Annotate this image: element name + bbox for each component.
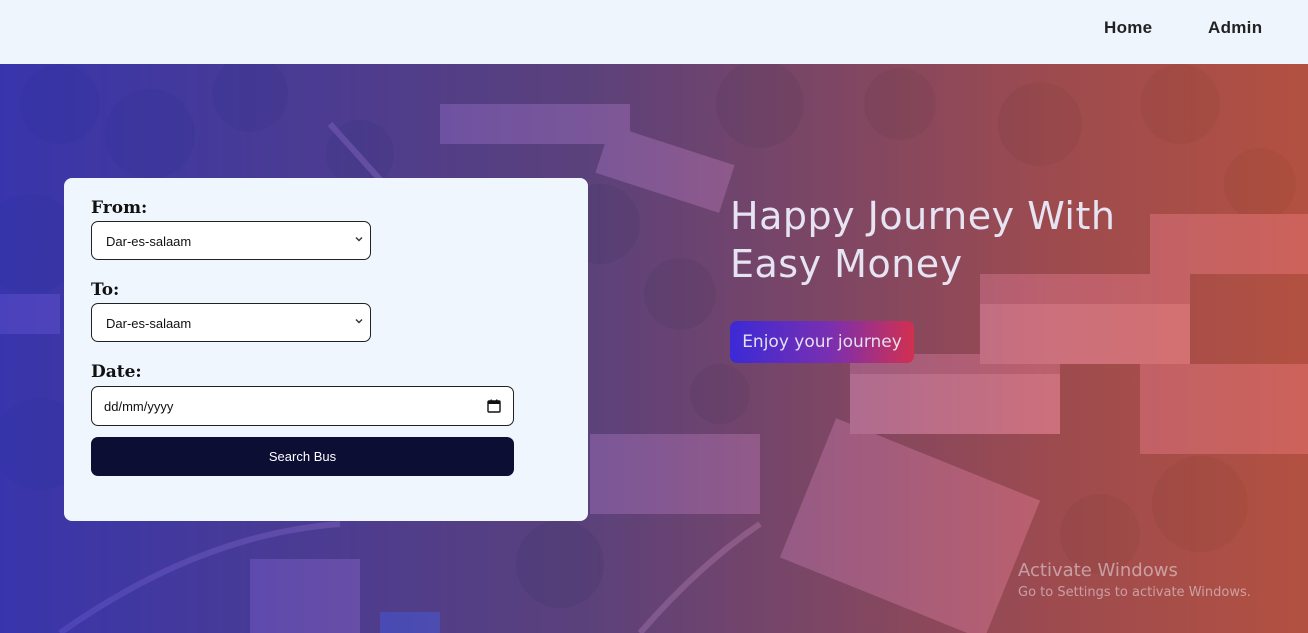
from-select-value: Dar-es-salaam: [106, 234, 192, 249]
chevron-down-icon: [355, 319, 363, 324]
date-placeholder: dd/mm/yyyy: [104, 399, 174, 414]
hero-headline: Happy Journey With Easy Money: [730, 192, 1200, 288]
nav-home-link[interactable]: Home: [1104, 18, 1152, 38]
activate-windows-title: Activate Windows: [1018, 560, 1178, 581]
date-input[interactable]: dd/mm/yyyy: [91, 386, 514, 426]
search-bus-button[interactable]: Search Bus: [91, 437, 514, 476]
calendar-icon[interactable]: [487, 399, 501, 413]
to-label: To:: [91, 280, 120, 300]
nav-admin-link[interactable]: Admin: [1208, 18, 1262, 38]
date-label: Date:: [91, 362, 142, 382]
activate-windows-subtitle: Go to Settings to activate Windows.: [1018, 585, 1251, 600]
search-form-card: From: Dar-es-salaam To: Dar-es-salaam Da…: [64, 178, 588, 521]
chevron-down-icon: [355, 237, 363, 242]
headline-line-1: Happy Journey With: [730, 194, 1116, 238]
to-select[interactable]: Dar-es-salaam: [91, 303, 371, 342]
from-label: From:: [91, 198, 148, 218]
enjoy-journey-button[interactable]: Enjoy your journey: [730, 321, 914, 363]
top-navbar: Home Admin: [0, 0, 1308, 64]
from-select[interactable]: Dar-es-salaam: [91, 221, 371, 260]
headline-line-2: Easy Money: [730, 242, 963, 286]
to-select-value: Dar-es-salaam: [106, 316, 192, 331]
hero-section: From: Dar-es-salaam To: Dar-es-salaam Da…: [0, 64, 1308, 633]
